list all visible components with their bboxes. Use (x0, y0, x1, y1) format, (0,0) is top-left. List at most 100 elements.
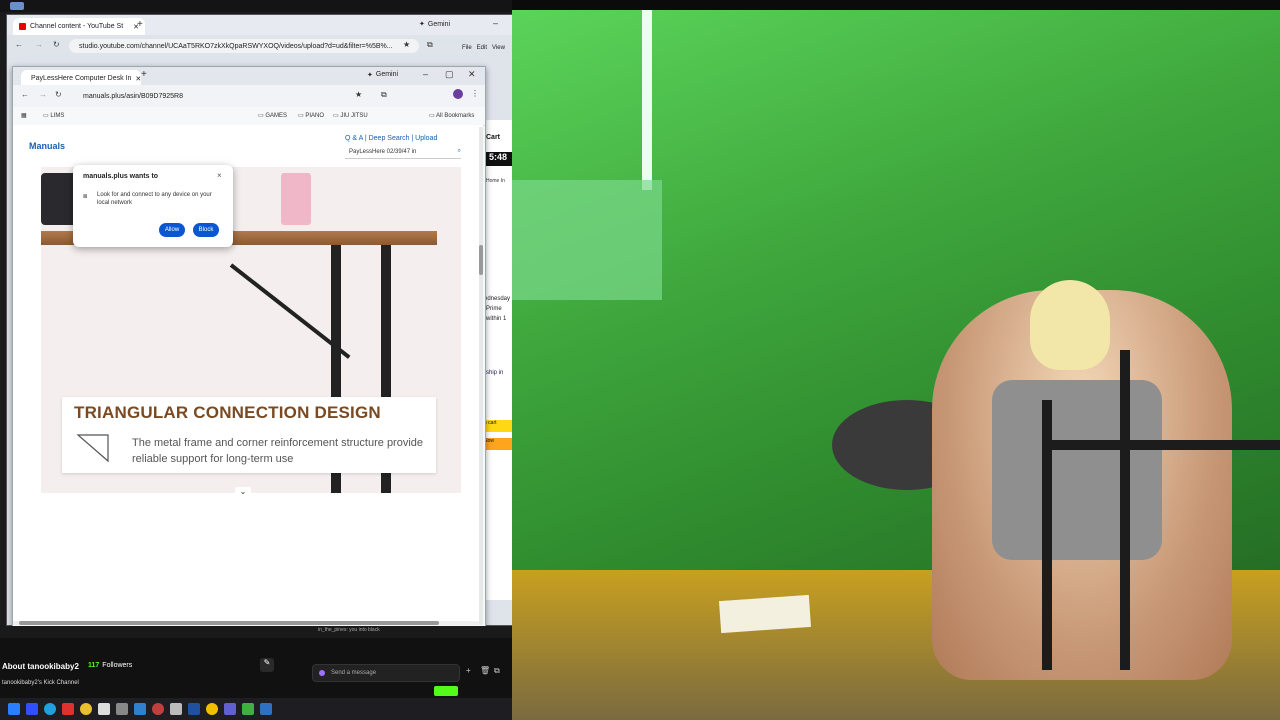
webcam-feed (512, 10, 1280, 720)
screen-left-pane: Channel content - YouTube St ✕ + ✦ Gemin… (0, 0, 512, 720)
kick-header-strip: in_the_pines: you into black (0, 626, 512, 638)
chat-placeholder: Send a message (331, 670, 377, 676)
app-icon[interactable] (206, 703, 218, 715)
channel-label: tanookibaby2's Kick Channel (2, 680, 79, 686)
desktop-icon (10, 2, 24, 10)
outer-url-text: studio.youtube.com/channel/UCAaT5RKO7zkX… (79, 42, 393, 50)
bookmark-star-icon[interactable]: ★ (403, 40, 410, 49)
extensions-icon[interactable]: ⧉ (427, 40, 433, 50)
app-icon[interactable] (242, 703, 254, 715)
maximize-button[interactable]: ▢ (445, 69, 454, 80)
bookmark-piano[interactable]: ▭ PIANO (298, 112, 324, 119)
clock-readout: 5:48 (484, 152, 512, 166)
page-content: Manuals Q & A | Deep Search | Upload Pay… (13, 125, 483, 493)
app-icon[interactable] (134, 703, 146, 715)
new-tab-button[interactable]: + (137, 19, 143, 30)
reload-icon[interactable]: ↻ (53, 40, 60, 49)
menu-file[interactable]: File (462, 45, 472, 51)
horizontal-scrollbar[interactable] (13, 621, 479, 625)
about-heading: About tanookibaby2 (2, 662, 79, 671)
vertical-scrollbar[interactable] (479, 127, 483, 625)
new-tab-button[interactable]: + (141, 69, 147, 80)
extensions-icon[interactable]: ⧉ (381, 90, 387, 100)
layout-icon[interactable]: ⧉ (494, 666, 500, 676)
inner-tab-label: PayLessHere Computer Desk In (31, 75, 132, 82)
app-icon[interactable] (260, 703, 272, 715)
desk-crossbar-shape (1042, 440, 1280, 450)
all-bookmarks[interactable]: ▭ All Bookmarks (429, 112, 474, 119)
inner-url-text: manuals.plus/asin/B09D7925R8 (83, 92, 184, 100)
outer-tab-youtube-studio[interactable]: Channel content - YouTube St ✕ (13, 18, 145, 35)
all-bookmarks-label: All Bookmarks (436, 113, 475, 119)
bookmark-label: JIU JITSU (340, 113, 368, 119)
forward-arrow-icon[interactable]: → (35, 40, 43, 49)
app-icon[interactable] (152, 703, 164, 715)
gemini-label: Gemini (375, 71, 399, 78)
chat-input[interactable]: Send a message (312, 664, 460, 682)
photoshop-icon[interactable] (188, 703, 200, 715)
app-icon[interactable] (26, 703, 38, 715)
site-logo[interactable]: Manuals (29, 141, 65, 151)
popup-close-button[interactable]: × (217, 171, 222, 180)
chrome-icon[interactable] (80, 703, 92, 715)
bookmark-lims[interactable]: ▭ LIMS (43, 112, 64, 119)
edge-icon[interactable] (44, 703, 56, 715)
inner-browser-window: PayLessHere Computer Desk In ✕ + ✦ Gemin… (12, 66, 486, 628)
send-button[interactable] (434, 686, 458, 696)
window-light-shape (642, 10, 652, 190)
bookmark-jiu-jitsu[interactable]: ▭ JIU JITSU (333, 112, 368, 119)
scrollbar-thumb[interactable] (19, 621, 439, 625)
block-button[interactable]: Block (193, 223, 219, 237)
allow-button[interactable]: Allow (159, 223, 185, 237)
bookmark-label: PIANO (305, 113, 325, 119)
taskbar (0, 698, 512, 720)
search-icon[interactable]: ⌕ (458, 148, 461, 155)
back-arrow-icon[interactable]: ← (15, 40, 23, 49)
app-icon[interactable] (62, 703, 74, 715)
outer-address-bar[interactable]: studio.youtube.com/channel/UCAaT5RKO7zkX… (69, 39, 419, 53)
outer-minimize-button[interactable]: – (493, 18, 498, 28)
windows-start-icon[interactable] (8, 703, 20, 715)
gemini-button[interactable]: ✦ Gemini (367, 71, 398, 79)
profile-avatar[interactable] (453, 89, 463, 99)
mug-shape (281, 173, 311, 225)
youtube-icon (19, 23, 26, 30)
followers-info: 117 Followers (88, 662, 132, 669)
chevron-down-icon[interactable]: ⌄ (235, 487, 251, 499)
add-icon[interactable]: + (466, 666, 471, 675)
inner-address-bar[interactable]: manuals.plus/asin/B09D7925R8 (73, 89, 373, 103)
apps-icon[interactable]: ▦ (21, 112, 27, 119)
add-to-cart-button[interactable]: o cart (484, 420, 512, 432)
minimize-button[interactable]: – (423, 69, 428, 79)
file-icon[interactable] (98, 703, 110, 715)
forward-arrow-icon[interactable]: → (39, 90, 47, 99)
air-conditioner-shape (512, 180, 662, 300)
background-page-strip: Cart 5:48 Home In ednesday Prime within … (484, 120, 512, 600)
app-icon[interactable] (224, 703, 236, 715)
bookmark-games[interactable]: ▭ GAMES (258, 112, 287, 119)
page-lower-area: ⌄ (13, 487, 483, 625)
more-menu-icon[interactable]: ⋮ (471, 89, 479, 98)
search-input[interactable]: PayLessHere 02/39/47 in ⌕ (345, 145, 461, 159)
top-nav-links[interactable]: Q & A | Deep Search | Upload (345, 135, 437, 142)
bookmark-star-icon[interactable]: ★ (355, 90, 362, 99)
gemini-button[interactable]: ✦ Gemini (419, 20, 450, 29)
search-icon[interactable] (116, 703, 128, 715)
back-arrow-icon[interactable]: ← (21, 90, 29, 99)
cart-label[interactable]: Cart (486, 134, 500, 141)
buy-now-button[interactable]: Now (484, 438, 512, 450)
menu-view[interactable]: View (492, 45, 505, 51)
inner-toolbar: ← → ↻ manuals.plus/asin/B09D7925R8 ★ ⧉ ⋮ (13, 85, 485, 107)
permission-popup: manuals.plus wants to × ⧈ Look for and c… (73, 165, 233, 247)
menu-edit[interactable]: Edit (477, 45, 487, 51)
trash-icon[interactable]: 🗑 (480, 666, 490, 675)
paper-shape (718, 594, 812, 634)
edit-icon[interactable]: ✎ (260, 658, 274, 672)
close-window-button[interactable]: ✕ (468, 69, 476, 80)
settings-icon[interactable] (170, 703, 182, 715)
scrollbar-thumb[interactable] (479, 245, 483, 275)
delivery-day: ednesday (484, 296, 511, 302)
outer-tab-bar: Channel content - YouTube St ✕ + ✦ Gemin… (7, 15, 512, 35)
desk-leg-shape (1120, 350, 1130, 670)
reload-icon[interactable]: ↻ (55, 90, 62, 99)
